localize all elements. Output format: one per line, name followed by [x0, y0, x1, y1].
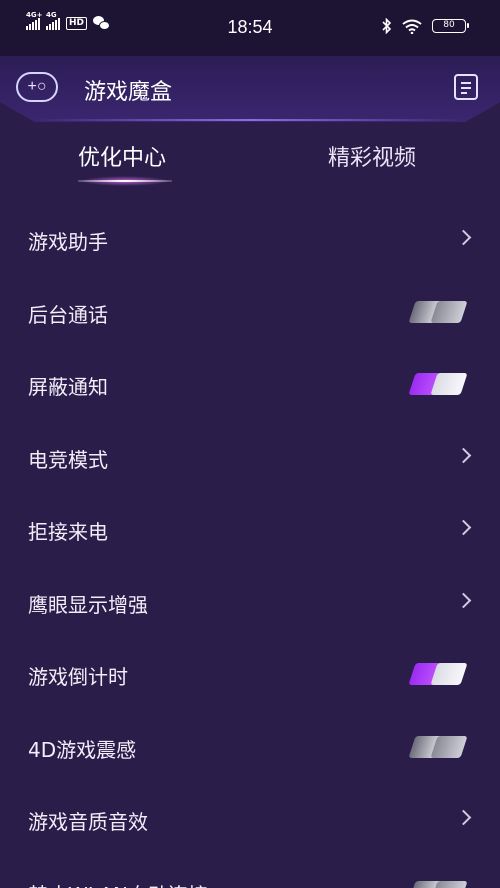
chevron-right-icon	[455, 229, 472, 246]
app-header	[0, 56, 500, 122]
disable-wlan-autoconnect-toggle[interactable]	[408, 880, 468, 888]
list-item-label: 鹰眼显示增强	[28, 592, 148, 617]
background-call-toggle[interactable]	[408, 300, 468, 323]
chevron-right-icon	[455, 592, 472, 608]
game-countdown-toggle[interactable]	[408, 663, 468, 685]
settings-list: 游戏助手 后台通话 屏蔽通知 电竞模式 拒接来电 鹰眼显示增强 游戏倒计时 4D…	[0, 202, 500, 888]
tab-optimization-center[interactable]: 优化中心	[78, 140, 166, 172]
status-bar: 4G+ 4G HD 18:54 80	[0, 0, 500, 56]
list-item-label: 屏蔽通知	[28, 375, 108, 399]
block-notifications-toggle[interactable]	[408, 373, 468, 395]
chevron-right-icon	[455, 519, 472, 536]
list-item-disable-wlan-autoconnect: 禁止WLAN自动连接	[0, 855, 500, 888]
menu-icon[interactable]	[454, 74, 478, 100]
bluetooth-icon	[382, 18, 392, 34]
chevron-right-icon	[455, 809, 472, 826]
list-item-label: 禁止WLAN自动连接	[28, 879, 208, 888]
list-item-game-countdown: 游戏倒计时	[0, 637, 500, 710]
tab-featured-videos[interactable]: 精彩视频	[328, 140, 416, 172]
list-item-block-notifications: 屏蔽通知	[0, 347, 500, 420]
list-item-game-assistant[interactable]: 游戏助手	[0, 202, 500, 275]
wifi-icon	[402, 19, 422, 34]
list-item-label: 游戏倒计时	[28, 665, 128, 689]
list-item-background-call: 后台通话	[0, 275, 500, 348]
list-item-label: 拒接来电	[28, 520, 108, 544]
header-divider	[36, 119, 464, 121]
tab-active-indicator	[78, 180, 172, 182]
list-item-audio-effects[interactable]: 游戏音质音效	[0, 782, 500, 855]
list-item-4d-vibration: 4D游戏震感	[0, 710, 500, 783]
list-item-label: 游戏音质音效	[28, 810, 148, 834]
gamepad-icon[interactable]: +○	[16, 72, 58, 102]
list-item-label: 游戏助手	[28, 230, 108, 254]
chevron-right-icon	[455, 447, 472, 463]
list-item-label: 电竞模式	[28, 447, 108, 472]
status-right: 80	[382, 18, 469, 34]
list-item-label: 后台通话	[28, 302, 108, 327]
page-title: 游戏魔盒	[84, 80, 173, 105]
list-item-eagle-eye-display[interactable]: 鹰眼显示增强	[0, 565, 500, 638]
battery-icon: 80	[432, 19, 469, 33]
4d-vibration-toggle[interactable]	[408, 735, 468, 758]
list-item-reject-calls[interactable]: 拒接来电	[0, 492, 500, 565]
list-item-esports-mode[interactable]: 电竞模式	[0, 420, 500, 493]
list-item-label: 4D游戏震感	[28, 737, 137, 762]
